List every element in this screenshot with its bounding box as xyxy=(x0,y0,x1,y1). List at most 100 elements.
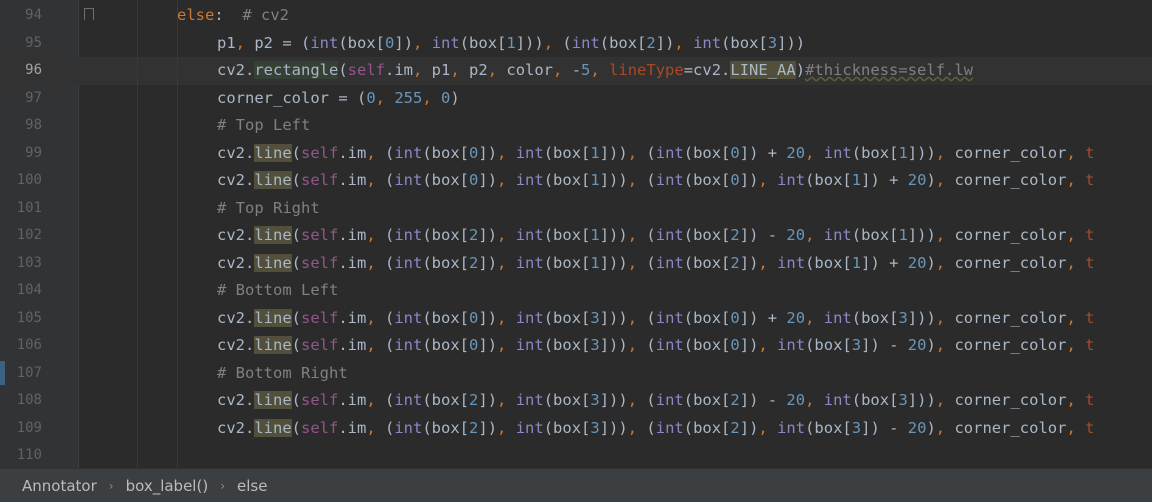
code-line[interactable]: 100 cv2.line(self.im, (int(box[0]), int(b… xyxy=(0,167,1152,195)
code-token: cv2. xyxy=(217,61,255,79)
code-token: 1 xyxy=(506,33,516,52)
code-token: , xyxy=(1066,171,1086,189)
code-line[interactable]: 96 cv2.rectangle(self.im, p1, p2, color, … xyxy=(0,57,1152,85)
code-token: , xyxy=(366,253,385,272)
code-token: , xyxy=(805,143,824,162)
code-token: 20 xyxy=(907,253,927,272)
code-token: ]) - xyxy=(739,226,787,244)
code-token: 20 xyxy=(907,336,927,354)
code-token: int xyxy=(823,143,852,162)
code-token: , xyxy=(935,171,955,189)
code-token: , xyxy=(497,171,516,189)
code-token: self xyxy=(301,171,339,189)
code-token: , xyxy=(1066,418,1086,437)
code-line[interactable]: 107 # Bottom Right xyxy=(0,360,1152,388)
code-line[interactable]: 99 cv2.line(self.im, (int(box[0]), int(bo… xyxy=(0,140,1152,168)
line-number: 110 xyxy=(16,447,42,463)
code-line[interactable]: 102 cv2.line(self.im, (int(box[2]), int(b… xyxy=(0,222,1152,250)
breadcrumb-item-function[interactable]: box_label() xyxy=(124,477,211,495)
code-token: 1 xyxy=(851,253,862,272)
code-line[interactable]: 95 p1, p2 = (int(box[0]), int(box[1])), (… xyxy=(0,30,1152,58)
code-token: , xyxy=(497,308,516,327)
code-token: ]) xyxy=(739,171,759,189)
code-token: (box[ xyxy=(422,253,470,272)
code-line[interactable]: 105 cv2.line(self.im, (int(box[0]), int(b… xyxy=(0,305,1152,333)
code-token: t xyxy=(1085,171,1095,189)
code-token: ( xyxy=(646,253,656,272)
code-line[interactable]: 98 # Top Left xyxy=(0,112,1152,140)
code-token: , xyxy=(366,308,385,327)
code-token: , xyxy=(366,143,385,162)
code-token: , xyxy=(935,253,955,272)
code-token: , xyxy=(497,143,516,162)
code-token: ]) xyxy=(739,253,759,272)
code-token: ( xyxy=(291,391,301,409)
code-token: ( xyxy=(646,226,656,244)
code-token: self xyxy=(301,253,339,272)
code-token: , xyxy=(627,143,647,162)
code-token: 20 xyxy=(786,308,806,327)
code-token: line xyxy=(254,418,292,437)
code-token: t xyxy=(1085,391,1095,409)
code-token: ( xyxy=(385,308,395,327)
code-line[interactable]: 101 # Top Right xyxy=(0,195,1152,223)
code-editor[interactable]: 94 else: # cv2 95 p1, p2 = (int(box[0]), in… xyxy=(0,0,1152,468)
code-token: 255 xyxy=(394,88,423,107)
code-token: ) xyxy=(926,253,936,272)
code-line[interactable]: 94 else: # cv2 xyxy=(0,2,1152,30)
code-token: .im xyxy=(338,171,367,189)
line-number: 106 xyxy=(16,337,42,353)
code-token: 3 xyxy=(851,418,862,437)
code-token: 1 xyxy=(898,226,908,244)
code-line[interactable]: 108 cv2.line(self.im, (int(box[2]), int(b… xyxy=(0,387,1152,415)
code-token: ]) + xyxy=(861,253,908,272)
code-token: ( xyxy=(338,61,348,79)
code-token: , xyxy=(627,253,647,272)
code-token: int xyxy=(571,33,600,52)
line-number: 96 xyxy=(25,62,42,78)
line-number: 109 xyxy=(16,419,42,436)
code-token: (box[ xyxy=(721,33,768,52)
code-token: (box[ xyxy=(422,226,470,244)
code-token: (box[ xyxy=(683,253,731,272)
code-token: corner_color xyxy=(954,308,1067,327)
code-token: int xyxy=(655,308,684,327)
code-line[interactable]: 109 cv2.line(self.im, (int(box[2]), int(b… xyxy=(0,415,1152,443)
breadcrumb-item-class[interactable]: Annotator xyxy=(20,477,99,495)
code-token: , xyxy=(627,308,647,327)
code-token: 0 xyxy=(385,33,395,52)
code-token: # Bottom Right xyxy=(217,363,348,382)
code-token: (box[ xyxy=(543,143,591,162)
code-line[interactable]: 97 corner_color = (0, 255, 0) xyxy=(0,85,1152,113)
code-token: , xyxy=(758,171,778,189)
code-token: 20 xyxy=(907,418,927,437)
line-number: 95 xyxy=(25,34,42,51)
code-token: , xyxy=(805,308,824,327)
code-token: , xyxy=(627,418,647,437)
code-token: # Bottom Left xyxy=(217,281,339,299)
code-token: line xyxy=(254,253,292,272)
code-token: lineType xyxy=(609,61,684,79)
code-token: 0 xyxy=(730,336,740,354)
code-text: else: # cv2 xyxy=(177,2,289,30)
code-line[interactable]: 110 xyxy=(0,442,1152,468)
code-token: (box[ xyxy=(543,418,591,437)
code-token: LINE_AA xyxy=(730,61,796,79)
code-line[interactable]: 103 cv2.line(self.im, (int(box[2]), int(b… xyxy=(0,250,1152,278)
code-line[interactable]: 106 cv2.line(self.im, (int(box[0]), int(b… xyxy=(0,332,1152,360)
line-number: 103 xyxy=(16,254,42,271)
code-token: int xyxy=(655,226,684,244)
code-token: 0 xyxy=(469,336,479,354)
code-token: corner_color xyxy=(954,418,1067,437)
code-text: # Bottom Right xyxy=(217,360,348,388)
code-token: int xyxy=(394,391,423,409)
code-token: int xyxy=(693,33,722,52)
code-token: ]) + xyxy=(861,171,908,189)
breadcrumb-item-block[interactable]: else xyxy=(235,477,269,495)
code-line[interactable]: 104 # Bottom Left xyxy=(0,277,1152,305)
chevron-right-icon: › xyxy=(220,478,225,493)
code-token: , xyxy=(1066,308,1086,327)
code-text: cv2.line(self.im, (int(box[2]), int(box[… xyxy=(217,387,1094,415)
code-token: int xyxy=(515,418,544,437)
code-token: ])) xyxy=(907,391,936,409)
